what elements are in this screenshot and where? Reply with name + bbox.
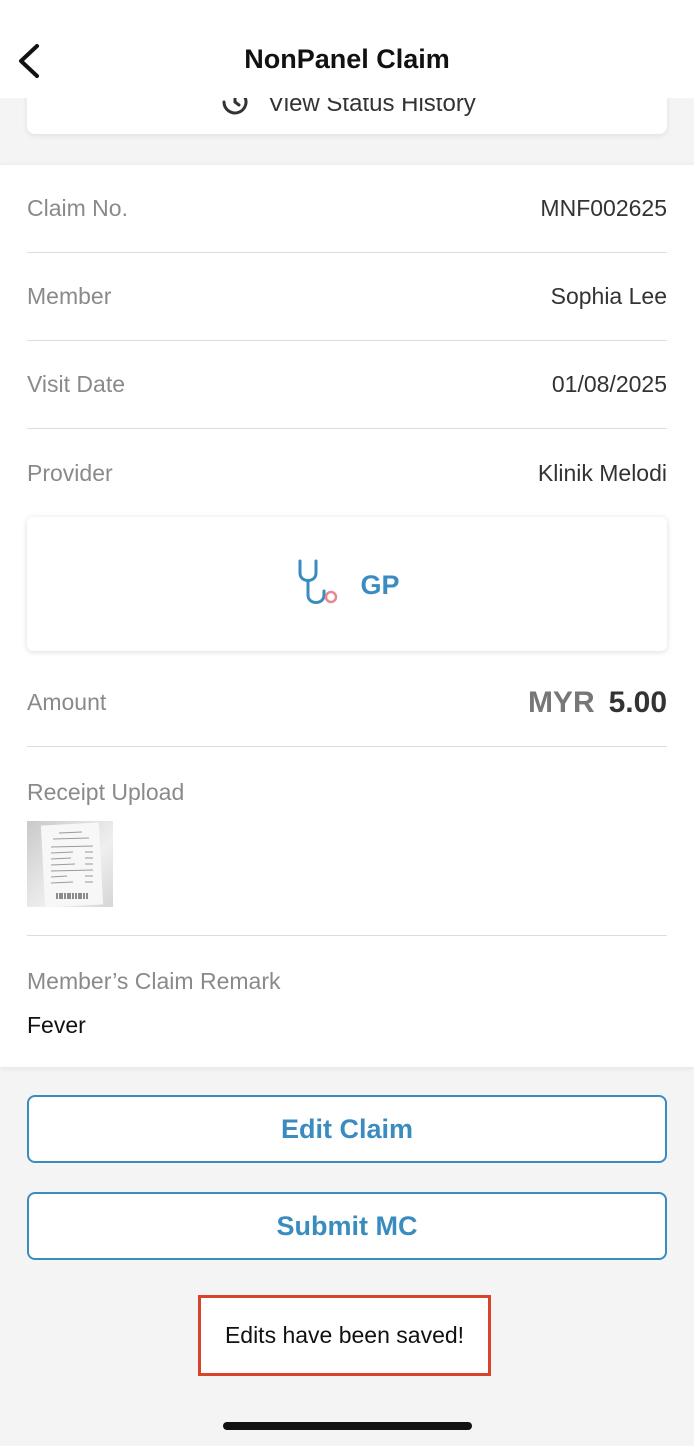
amount-currency: MYR	[527, 685, 595, 719]
provider-label: Provider	[27, 459, 113, 486]
amount-row: Amount MYR 5.00	[27, 659, 667, 747]
amount-value: 5.00	[608, 685, 667, 719]
member-row: Member Sophia Lee	[27, 253, 667, 341]
claim-remark-label: Member’s Claim Remark	[27, 968, 281, 994]
visit-date-value: 01/08/2025	[551, 371, 667, 397]
receipt-thumbnail[interactable]	[27, 821, 113, 907]
claim-number-row: Claim No. MNF002625	[27, 165, 667, 253]
page-title: NonPanel Claim	[244, 44, 450, 74]
app-header: NonPanel Claim	[0, 0, 694, 98]
claim-remark-value: Fever	[27, 1012, 86, 1038]
submit-mc-button[interactable]: Submit MC	[27, 1192, 667, 1260]
claim-details-card: Claim No. MNF002625 Member Sophia Lee Vi…	[0, 165, 694, 1067]
provider-row: Provider Klinik Melodi	[27, 429, 667, 517]
receipt-image-icon	[40, 822, 104, 907]
claim-remark-section: Member’s Claim Remark Fever	[27, 936, 667, 1056]
amount-value-group: MYR 5.00	[528, 686, 667, 720]
edit-claim-button[interactable]: Edit Claim	[27, 1095, 667, 1163]
claim-number-value: MNF002625	[540, 195, 667, 221]
provider-type-card: GP	[27, 517, 667, 651]
provider-value: Klinik Melodi	[537, 459, 667, 486]
saved-toast: Edits have been saved!	[198, 1295, 491, 1376]
member-label: Member	[27, 283, 112, 309]
stethoscope-icon	[298, 559, 338, 604]
receipt-upload-section: Receipt Upload	[27, 747, 667, 936]
amount-label: Amount	[27, 689, 107, 715]
provider-type-label: GP	[360, 569, 400, 600]
screen: View Status History NonPanel Claim Claim…	[0, 0, 694, 1446]
visit-date-row: Visit Date 01/08/2025	[27, 341, 667, 429]
receipt-upload-label: Receipt Upload	[27, 779, 185, 805]
visit-date-label: Visit Date	[27, 371, 126, 397]
claim-number-label: Claim No.	[27, 195, 128, 221]
home-indicator[interactable]	[223, 1422, 472, 1430]
member-value: Sophia Lee	[550, 283, 667, 309]
